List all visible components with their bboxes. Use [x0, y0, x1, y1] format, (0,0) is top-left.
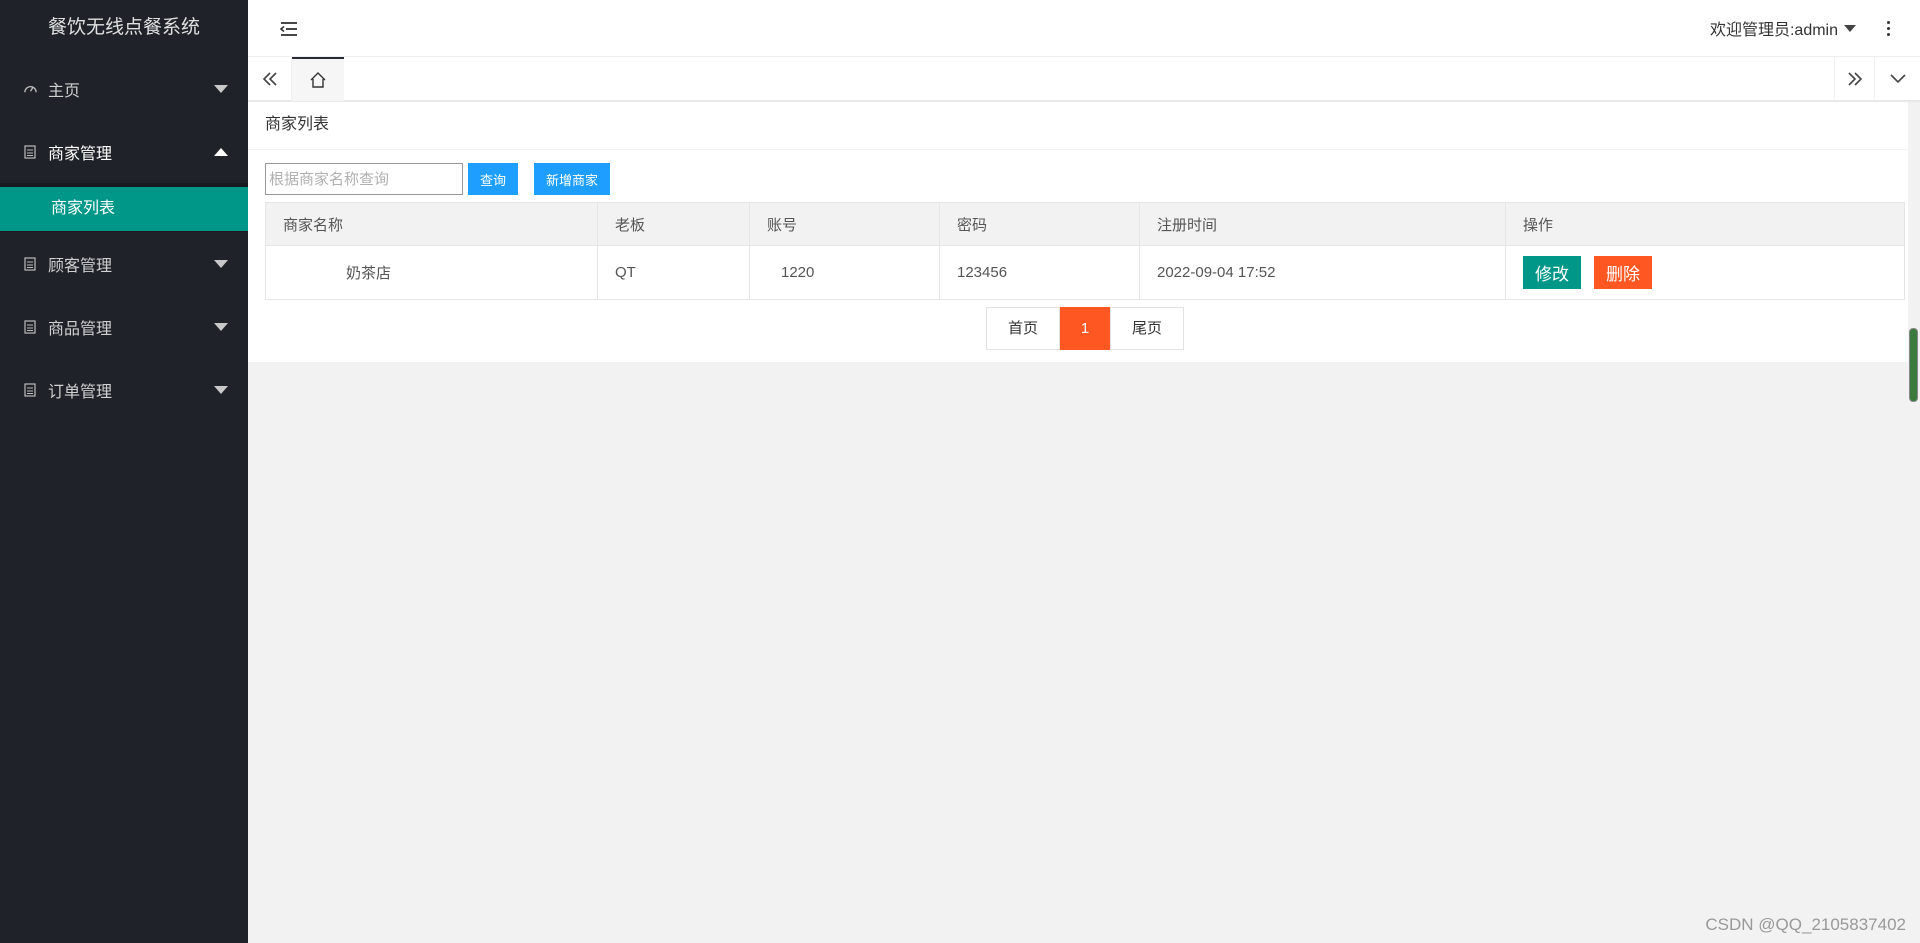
sidebar-item-label: 商家管理 — [48, 145, 113, 163]
cell-owner: QT — [597, 245, 750, 300]
top-header: 欢迎管理员:admin — [248, 0, 1920, 57]
sidebar-item-label: 顾客管理 — [48, 257, 113, 275]
sidebar-toggle-icon[interactable] — [278, 18, 300, 40]
cell-registered-time: 2022-09-04 17:52 — [1139, 245, 1506, 300]
column-header-account: 账号 — [749, 202, 940, 246]
search-toolbar: 查询 新增商家 — [265, 163, 611, 195]
column-header-merchant-name: 商家名称 — [265, 202, 598, 246]
page-title: 商家列表 — [248, 102, 1908, 150]
chevron-down-icon — [214, 385, 228, 394]
document-icon — [22, 319, 38, 335]
document-icon — [22, 382, 38, 398]
more-vertical-icon[interactable] — [1884, 18, 1892, 38]
table-header-row: 商家名称 老板 账号 密码 注册时间 操作 — [265, 202, 1905, 246]
column-header-actions: 操作 — [1505, 202, 1905, 246]
sidebar-item-product-management[interactable]: 商品管理 — [0, 295, 248, 358]
sidebar: 餐饮无线点餐系统 主页 商家管理 商家列表 顾客管理 商品管理 订单管理 — [0, 0, 248, 943]
subnav-merchant: 商家列表 — [0, 183, 248, 232]
tab-scroll-left-icon[interactable] — [248, 57, 292, 101]
tab-home-icon[interactable] — [292, 57, 344, 101]
sidebar-item-order-management[interactable]: 订单管理 — [0, 358, 248, 421]
cell-actions: 修改 删除 — [1505, 245, 1905, 300]
caret-down-icon — [1844, 24, 1856, 32]
last-page-button[interactable]: 尾页 — [1110, 307, 1184, 350]
column-header-password: 密码 — [939, 202, 1140, 246]
user-menu[interactable]: 欢迎管理员:admin — [1710, 16, 1856, 40]
column-header-registered-time: 注册时间 — [1139, 202, 1506, 246]
table-row: 奶茶店 QT 1220 123456 2022-09-04 17:52 修改 删除 — [265, 245, 1905, 300]
pagination: 首页 1 尾页 — [986, 307, 1184, 350]
sidebar-item-merchant-management[interactable]: 商家管理 — [0, 120, 248, 183]
delete-button[interactable]: 删除 — [1594, 256, 1652, 289]
merchant-search-input[interactable] — [265, 163, 463, 195]
edit-button[interactable]: 修改 — [1523, 256, 1581, 289]
merchant-table: 商家名称 老板 账号 密码 注册时间 操作 奶茶店 QT 1220 123456… — [265, 202, 1905, 300]
scrollbar-thumb[interactable] — [1909, 328, 1918, 402]
search-button[interactable]: 查询 — [468, 163, 519, 195]
sidebar-item-customer-management[interactable]: 顾客管理 — [0, 232, 248, 295]
sidebar-item-label: 主页 — [48, 82, 81, 100]
document-icon — [22, 144, 38, 160]
tab-options-chevron-down-icon[interactable] — [1874, 57, 1920, 101]
cell-password: 123456 — [939, 245, 1140, 300]
chevron-down-icon — [214, 259, 228, 268]
sidebar-item-label: 订单管理 — [48, 383, 113, 401]
watermark: CSDN @QQ_2105837402 — [1705, 915, 1906, 934]
dashboard-icon — [22, 81, 38, 97]
tab-scroll-right-icon[interactable] — [1834, 57, 1874, 101]
tab-bar — [248, 57, 1920, 101]
user-menu-label: 欢迎管理员:admin — [1709, 22, 1838, 39]
cell-account: 1220 — [749, 245, 940, 300]
merchant-list-card: 商家列表 查询 新增商家 商家名称 老板 账号 密码 注册时间 操作 奶茶店 Q… — [248, 102, 1908, 362]
add-merchant-button[interactable]: 新增商家 — [534, 163, 611, 195]
document-icon — [22, 256, 38, 272]
column-header-owner: 老板 — [597, 202, 750, 246]
first-page-button[interactable]: 首页 — [986, 307, 1060, 350]
sidebar-item-merchant-list[interactable]: 商家列表 — [0, 187, 248, 231]
sidebar-item-label: 商品管理 — [48, 320, 113, 338]
app-logo-title: 餐饮无线点餐系统 — [47, 17, 200, 38]
current-page-button[interactable]: 1 — [1060, 307, 1110, 350]
sidebar-item-home[interactable]: 主页 — [0, 57, 248, 120]
chevron-down-icon — [214, 322, 228, 331]
chevron-down-icon — [214, 84, 228, 93]
chevron-up-icon — [214, 147, 228, 156]
cell-merchant-name: 奶茶店 — [265, 245, 598, 300]
